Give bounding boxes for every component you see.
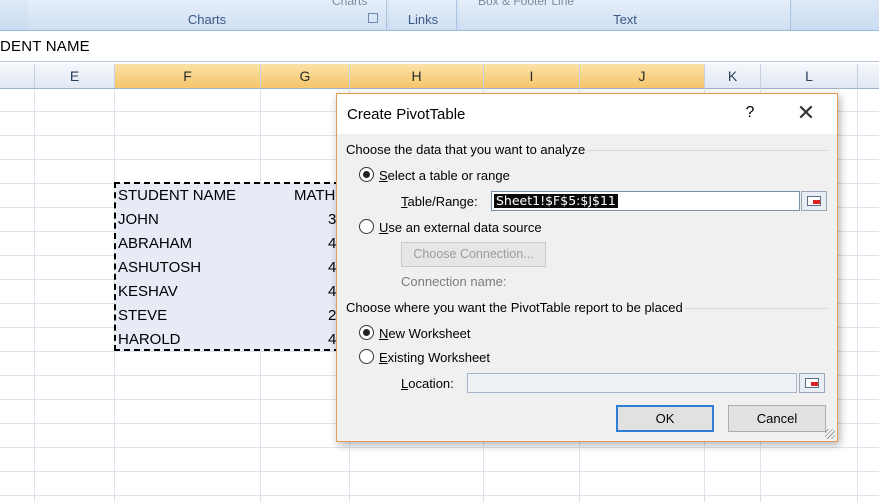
ribbon-group-label: Text	[613, 12, 637, 27]
ribbon-group-label: Charts	[187, 12, 227, 27]
cancel-button[interactable]: Cancel	[728, 405, 826, 432]
ribbon: Charts Charts Links Box & Footer Line Te…	[0, 0, 879, 31]
table-range-label: Table/Range:	[401, 194, 478, 209]
radio-new-worksheet[interactable]	[359, 325, 374, 340]
column-header-partial[interactable]	[858, 64, 879, 89]
location-input[interactable]	[467, 373, 797, 393]
connection-name-label: Connection name:	[401, 274, 507, 289]
dialog-titlebar[interactable]: Create PivotTable ? ✕	[337, 94, 837, 134]
ribbon-group-links: Links	[390, 0, 457, 30]
table-range-input[interactable]: Sheet1!$F$5:$J$11	[491, 191, 800, 211]
create-pivottable-dialog: Create PivotTable ? ✕ Choose the data th…	[336, 93, 838, 442]
location-label: Location:	[401, 376, 454, 391]
column-header-l[interactable]: L	[761, 64, 858, 89]
choose-connection-button[interactable]: Choose Connection...	[401, 242, 546, 267]
close-icon[interactable]: ✕	[793, 100, 819, 126]
radio-select-table-label[interactable]: Select a table or range	[379, 168, 510, 183]
help-icon[interactable]: ?	[740, 104, 760, 122]
range-picker-button[interactable]	[801, 191, 827, 211]
dialog-launcher-icon[interactable]	[368, 13, 378, 23]
ribbon-cut-label: Box & Footer Line	[478, 0, 575, 8]
ribbon-cut-label: Charts	[332, 0, 368, 8]
ribbon-group-text: Box & Footer Line Text	[460, 0, 791, 30]
column-header-g[interactable]: G	[261, 64, 350, 89]
ribbon-group-label: Links	[407, 12, 439, 27]
location-picker-button[interactable]	[799, 373, 825, 393]
section-analyze-label: Choose the data that you want to analyze	[346, 142, 586, 157]
collapse-dialog-icon	[805, 378, 819, 388]
resize-grip-icon[interactable]	[825, 429, 835, 439]
radio-external-source[interactable]	[359, 219, 374, 234]
section-placement-label: Choose where you want the PivotTable rep…	[346, 300, 683, 315]
column-header-i[interactable]: I	[484, 64, 580, 89]
ribbon-group-charts: Charts Charts	[28, 0, 387, 30]
radio-external-source-label[interactable]: Use an external data source	[379, 220, 542, 235]
column-header-partial[interactable]	[0, 64, 35, 89]
marching-ants-selection	[114, 182, 340, 351]
collapse-dialog-icon	[807, 196, 821, 206]
column-header-f[interactable]: F	[115, 64, 261, 89]
column-header-e[interactable]: E	[35, 64, 115, 89]
radio-existing-worksheet[interactable]	[359, 349, 374, 364]
column-header-j[interactable]: J	[580, 64, 705, 89]
divider	[587, 150, 827, 151]
ok-button[interactable]: OK	[616, 405, 714, 432]
divider	[685, 308, 827, 309]
radio-existing-worksheet-label[interactable]: Existing Worksheet	[379, 350, 490, 365]
formula-bar-text: DENT NAME	[0, 38, 90, 55]
radio-select-table[interactable]	[359, 167, 374, 182]
radio-new-worksheet-label[interactable]: New Worksheet	[379, 326, 471, 341]
table-range-value: Sheet1!$F$5:$J$11	[494, 193, 618, 208]
column-header-k[interactable]: K	[705, 64, 761, 89]
column-header-h[interactable]: H	[350, 64, 484, 89]
dialog-title: Create PivotTable	[347, 106, 466, 123]
formula-bar[interactable]: DENT NAME	[0, 31, 879, 62]
